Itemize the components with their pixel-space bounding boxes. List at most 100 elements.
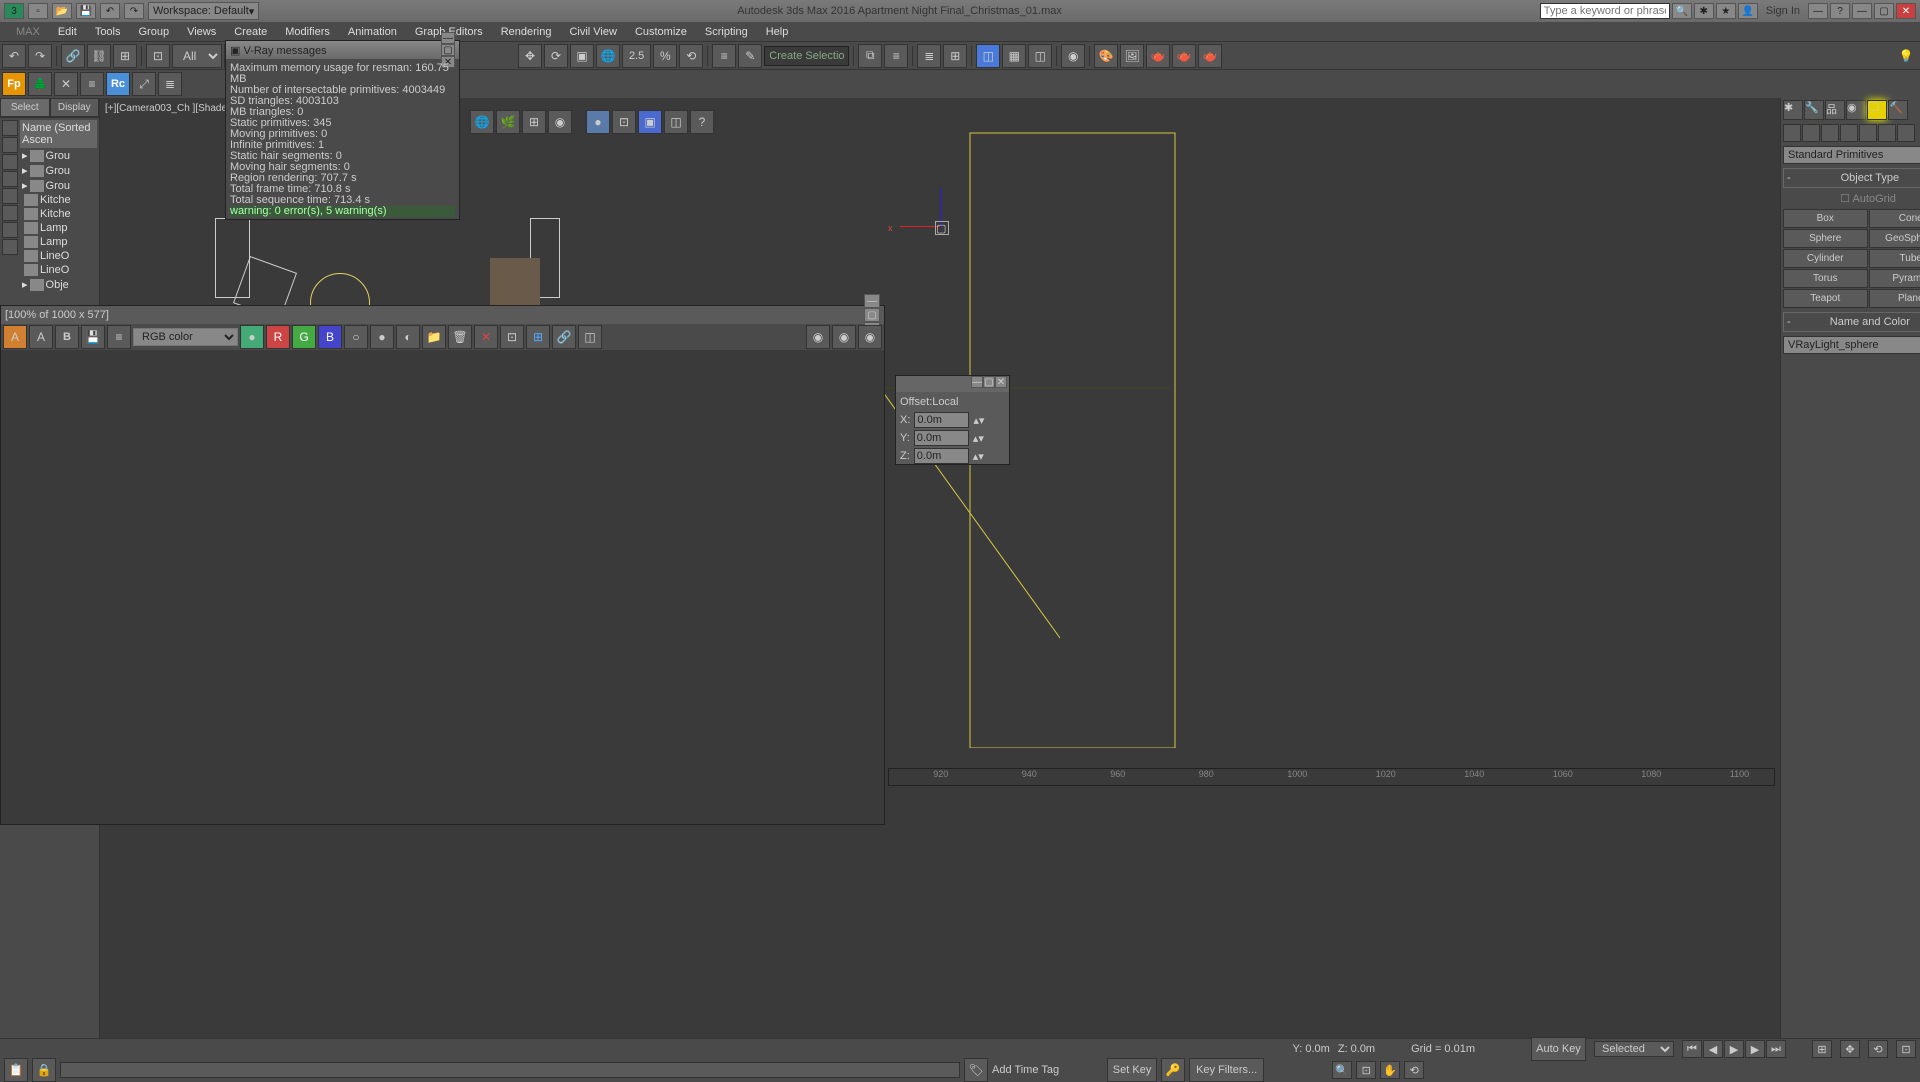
nav-pan[interactable]: ✋	[1380, 1061, 1400, 1079]
render-button[interactable]: 🫖	[1146, 44, 1170, 68]
menu-customize[interactable]: Customize	[627, 24, 695, 40]
vfb-bold[interactable]: B	[55, 325, 79, 349]
tab-display[interactable]: Display	[50, 98, 100, 117]
dope-sheet[interactable]: ◫	[1028, 44, 1052, 68]
tree-header[interactable]: Name (Sorted Ascen	[20, 120, 97, 148]
object-type-header[interactable]: -Object Type	[1783, 168, 1920, 188]
scene-t4[interactable]: ◉	[548, 110, 572, 134]
keyfilters-btn[interactable]: Key Filters...	[1189, 1058, 1264, 1082]
unlink-button[interactable]: ⛓	[87, 44, 111, 68]
menu-max[interactable]: MAX	[8, 24, 48, 40]
manage-button[interactable]: ✎	[738, 44, 762, 68]
scene-t6[interactable]: ⊡	[612, 110, 636, 134]
vfb-channel-toggle[interactable]: A	[3, 325, 27, 349]
sub-spacewarps[interactable]	[1878, 124, 1896, 142]
workspace-selector[interactable]: Workspace: Default ▾	[148, 2, 259, 20]
offset-z-input[interactable]	[914, 448, 969, 464]
undo-button[interactable]: ↶	[2, 44, 26, 68]
menu-help[interactable]: Help	[758, 24, 797, 40]
menu-edit[interactable]: Edit	[50, 24, 85, 40]
vfb-save[interactable]: 💾	[81, 325, 105, 349]
scene-t3[interactable]: ⊞	[522, 110, 546, 134]
prev-frame[interactable]: ◀	[1703, 1040, 1723, 1058]
menu-views[interactable]: Views	[179, 24, 224, 40]
maximize-button[interactable]: ▢	[1874, 3, 1894, 19]
vray-min[interactable]: —	[441, 32, 455, 44]
menu-rendering[interactable]: Rendering	[493, 24, 560, 40]
addtag-label[interactable]: Add Time Tag	[992, 1064, 1059, 1076]
offset-dialog[interactable]: — ▢ ✕ Offset:Local X:▴▾ Y:▴▾ Z:▴▾	[895, 375, 1010, 465]
next-frame[interactable]: ▶	[1745, 1040, 1765, 1058]
nav-orbit[interactable]: ⟲	[1404, 1061, 1424, 1079]
vfb-r[interactable]: R	[266, 325, 290, 349]
btn-cone[interactable]: Cone	[1869, 209, 1920, 228]
tree-item[interactable]: ▸Obje	[20, 277, 97, 292]
scene-t7[interactable]: ▣	[638, 110, 662, 134]
select-rotate[interactable]: ⟳	[544, 44, 568, 68]
nav-3[interactable]: ⟲	[1868, 1040, 1888, 1058]
min2-button[interactable]: —	[1852, 3, 1872, 19]
goto-end[interactable]: ⏭	[1766, 1040, 1786, 1058]
link-button[interactable]: 🔗	[61, 44, 85, 68]
tree-item[interactable]: Lamp	[20, 221, 97, 235]
vfb-menu[interactable]: ≡	[107, 325, 131, 349]
exp-ic5[interactable]	[2, 188, 18, 204]
offset-min[interactable]: —	[971, 376, 983, 388]
layer-explorer[interactable]: ⊞	[943, 44, 967, 68]
scene-sphere-icon[interactable]: ●	[586, 110, 610, 134]
exp-ic2[interactable]	[2, 137, 18, 153]
autokey-btn[interactable]: Auto Key	[1531, 1037, 1586, 1061]
tree-item[interactable]: Kitche	[20, 207, 97, 221]
vray-max[interactable]: ▢	[441, 44, 455, 56]
btn-sphere[interactable]: Sphere	[1783, 229, 1868, 248]
btn-plane[interactable]: Plane	[1869, 289, 1920, 308]
cmd-tab-modify[interactable]: 🔧	[1804, 100, 1824, 120]
search-btn[interactable]: 🔍	[1672, 3, 1692, 19]
primitive-dropdown[interactable]: Standard Primitives▾	[1783, 146, 1920, 164]
undo-icon[interactable]: ↶	[100, 3, 120, 19]
vfb-a3[interactable]: ◐	[396, 325, 420, 349]
selection-set-input[interactable]	[764, 46, 849, 66]
vfb-link[interactable]: 🔗	[552, 325, 576, 349]
vfb-mono[interactable]: A	[29, 325, 53, 349]
select-scale[interactable]: ▣	[570, 44, 594, 68]
cmd-tab-motion[interactable]: ◉	[1846, 100, 1866, 120]
menu-civilview[interactable]: Civil View	[561, 24, 624, 40]
btn-pyramid[interactable]: Pyramid	[1869, 269, 1920, 288]
sub-systems[interactable]	[1897, 124, 1915, 142]
vfb-max[interactable]: ▢	[864, 308, 880, 322]
mirror-button[interactable]: ⧉	[858, 44, 882, 68]
setkey-btn[interactable]: Set Key	[1107, 1058, 1157, 1082]
vfb-b[interactable]: B	[318, 325, 342, 349]
btn-geosphere[interactable]: GeoSphere	[1869, 229, 1920, 248]
spinner-snap[interactable]: ⟲	[679, 44, 703, 68]
material-editor[interactable]: ◉	[1061, 44, 1085, 68]
select-move[interactable]: ✥	[518, 44, 542, 68]
tree-item[interactable]: LineO	[20, 263, 97, 277]
vfb-a1[interactable]: ○	[344, 325, 368, 349]
vfb-min[interactable]: —	[864, 294, 880, 308]
exchange-icon[interactable]: ✱	[1694, 3, 1714, 19]
tree-item[interactable]: ▸Grou	[20, 163, 97, 178]
exp-ic6[interactable]	[2, 205, 18, 221]
addtag-icon[interactable]: 🏷	[964, 1058, 988, 1082]
vfb-region[interactable]: ⊡	[500, 325, 524, 349]
maxscript-icon[interactable]: 📋	[4, 1058, 28, 1082]
vfb-clear[interactable]: 🗑	[448, 325, 472, 349]
vfb-window[interactable]: [100% of 1000 x 577] — ▢ ✕ A A B 💾 ≡ RGB…	[0, 305, 885, 825]
autogrid-checkbox[interactable]: ☐ AutoGrid	[1781, 190, 1920, 207]
vray-tool4[interactable]: ⤢	[132, 72, 156, 96]
render-last[interactable]: 🫖	[1172, 44, 1196, 68]
vray-tool5[interactable]: ≣	[158, 72, 182, 96]
scene-t8[interactable]: ◫	[664, 110, 688, 134]
vfb-folder[interactable]: 📁	[422, 325, 446, 349]
select-filter[interactable]: ⊡	[146, 44, 170, 68]
vfb-g[interactable]: G	[292, 325, 316, 349]
goto-start[interactable]: ⏮	[1682, 1040, 1702, 1058]
btn-torus[interactable]: Torus	[1783, 269, 1868, 288]
rc-button[interactable]: Rc	[106, 72, 130, 96]
vray-messages-window[interactable]: ▣ V-Ray messages — ▢ ✕ Maximum memory us…	[225, 40, 460, 220]
nav-fov[interactable]: ⊡	[1356, 1061, 1376, 1079]
btn-tube[interactable]: Tube	[1869, 249, 1920, 268]
vfb-track[interactable]: ⊞	[526, 325, 550, 349]
